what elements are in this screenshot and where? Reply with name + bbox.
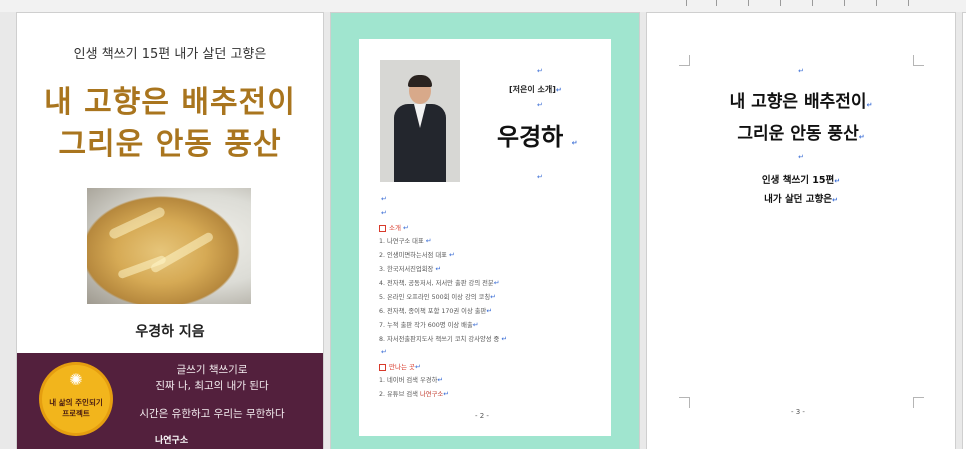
cover-author: 우경하 지음 xyxy=(135,324,205,340)
list-item: 4. 전자책, 공동저서, 저서만 출판 강의 전분↵ xyxy=(379,279,500,287)
cover-photo-pancake xyxy=(87,188,251,304)
return-mark: ↵ xyxy=(537,173,543,181)
list-item: 1. 네이버 검색 우경하↵ xyxy=(379,376,444,384)
list-item: 3. 한국저서진업회장 ↵ xyxy=(379,265,442,273)
return-mark: ↵ xyxy=(798,153,804,161)
cover-band: ✺ 내 삶의 주인되기 프로젝트 글쓰기 책쓰기로 진짜 나, 최고의 내가 된… xyxy=(17,353,323,449)
ruler-tick xyxy=(748,0,749,6)
list-item: 7. 누적 출판 작가 600명 이상 배출↵ xyxy=(379,321,479,329)
return-mark: ↵ xyxy=(537,67,543,75)
author-sheet: ↵ [저은이 소개]↵ ↵ 우경하 ↵ ↵ ↵ ↵ 소개 ↵ 1. 나연구소 대… xyxy=(359,39,611,436)
section-intro-heading: 소개 ↵ xyxy=(379,222,409,232)
sub-line2: 내가 살던 고향은↵ xyxy=(764,194,838,205)
seal-emblem-icon: ✺ xyxy=(69,370,83,389)
crop-mark xyxy=(913,55,924,66)
title-line1: 내 고향은 배추전이↵ xyxy=(729,92,873,112)
section-meet-heading: 만나는 곳↵ xyxy=(379,361,421,371)
author-name: 우경하 ↵ xyxy=(497,123,578,151)
author-portrait xyxy=(380,60,460,182)
ruler-tick xyxy=(812,0,813,6)
list-item: 2. 유튜브 검색 나연구소↵ xyxy=(379,390,450,398)
page-2-author[interactable]: ↵ [저은이 소개]↵ ↵ 우경하 ↵ ↵ ↵ ↵ 소개 ↵ 1. 나연구소 대… xyxy=(331,13,639,449)
crop-mark xyxy=(679,55,690,66)
list-item: 6. 전자책, 종이책 포함 170권 이상 출판↵ xyxy=(379,307,493,315)
crop-mark xyxy=(679,397,690,408)
return-mark: ↵ xyxy=(381,209,387,217)
ruler-tick xyxy=(844,0,845,6)
ruler-tick xyxy=(908,0,909,6)
band-text-3: 시간은 유한하고 우리는 무한하다 xyxy=(139,408,285,420)
page-1-cover[interactable]: 인생 책쓰기 15편 내가 살던 고향은 내 고향은 배추전이 그리운 안동 풍… xyxy=(17,13,323,449)
list-item: 2. 인생미면하는서점 대표 ↵ xyxy=(379,251,455,259)
intro-label: [저은이 소개]↵ xyxy=(509,85,562,94)
return-mark: ↵ xyxy=(798,67,804,75)
publisher-name: 나연구소 xyxy=(155,436,189,446)
crop-mark xyxy=(913,397,924,408)
ruler-tick xyxy=(686,0,687,6)
page-number: - 3 - xyxy=(791,408,805,416)
return-mark: ↵ xyxy=(537,101,543,109)
cover-title-line1: 내 고향은 배추전이 xyxy=(44,85,296,120)
seal-line-2: 프로젝트 xyxy=(62,409,90,418)
cover-title-line2: 그리운 안동 풍산 xyxy=(58,127,282,162)
list-item: 8. 자서전출판지도사 책쓰기 코치 강사양성 중 ↵ xyxy=(379,335,508,343)
band-text-2: 진짜 나, 최고의 내가 된다 xyxy=(155,380,269,392)
ruler-tick xyxy=(716,0,717,6)
return-mark: ↵ xyxy=(381,195,387,203)
ruler-tick xyxy=(780,0,781,6)
page-3-title[interactable]: ↵ 내 고향은 배추전이↵ 그리운 안동 풍산↵ ↵ 인생 책쓰기 15편↵ 내… xyxy=(647,13,955,449)
return-mark: ↵ xyxy=(381,348,387,356)
list-item: 5. 온라인 오프라인 500회 이상 강의 코칭↵ xyxy=(379,293,497,301)
ruler-tick xyxy=(876,0,877,6)
horizontal-ruler[interactable] xyxy=(0,0,966,12)
band-text-1: 글쓰기 책쓰기로 xyxy=(176,364,248,376)
title-line2: 그리운 안동 풍산↵ xyxy=(737,124,865,144)
cover-subtitle: 인생 책쓰기 15편 내가 살던 고향은 xyxy=(73,47,267,62)
seal-line-1: 내 삶의 주인되기 xyxy=(49,398,103,407)
sub-line1: 인생 책쓰기 15편↵ xyxy=(761,175,841,186)
project-seal-badge: ✺ 내 삶의 주인되기 프로젝트 xyxy=(42,365,110,433)
list-item: 1. 나연구소 대표 ↵ xyxy=(379,237,432,245)
page-number: - 2 - xyxy=(475,412,489,420)
